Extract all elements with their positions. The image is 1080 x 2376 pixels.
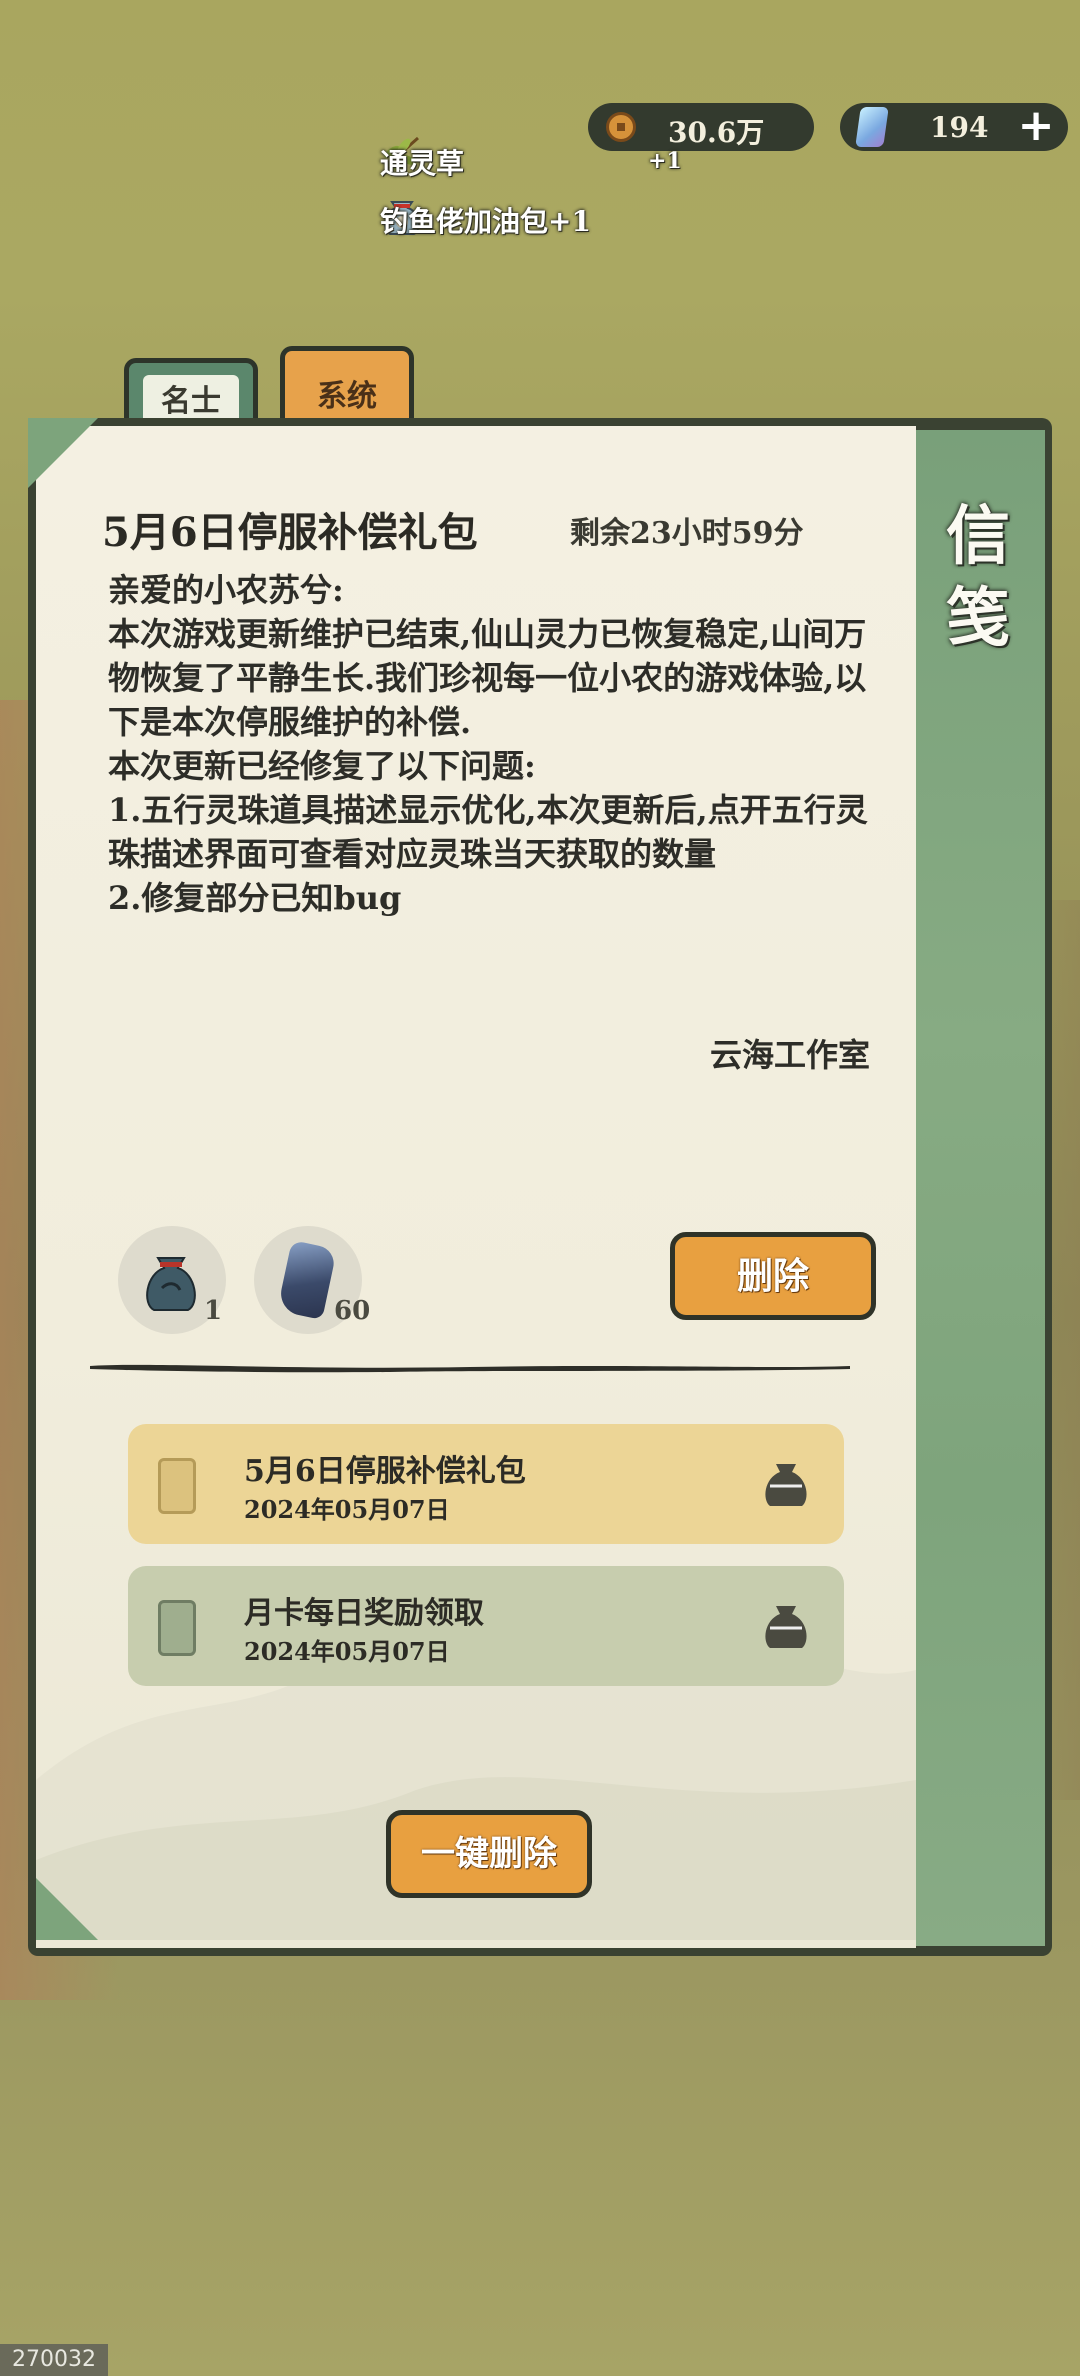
ink-divider	[90, 1364, 850, 1373]
gift-bag-icon	[765, 1464, 807, 1506]
mail-item-date: 2024年05月07日	[244, 1495, 450, 1524]
gem-amount: 194	[930, 111, 989, 144]
mail-list-item[interactable]: 月卡每日奖励领取 2024年05月07日	[128, 1566, 844, 1686]
reward-toast-herb: 通灵草	[380, 147, 465, 180]
panel-corner-fold-top	[28, 418, 98, 488]
gift-bag-icon	[765, 1606, 807, 1648]
attachment-fishing-bag-count: 1	[204, 1296, 223, 1326]
scroll-icon	[158, 1458, 196, 1514]
screen-id: 270032	[0, 2344, 108, 2376]
spirit-stone-icon	[277, 1240, 337, 1320]
coin-icon	[606, 112, 636, 142]
attachment-spirit-stone-count: 60	[334, 1296, 371, 1326]
gem-counter: 194 +	[840, 103, 1068, 151]
scroll-icon	[158, 1600, 196, 1656]
mail-item-title: 月卡每日奖励领取	[244, 1596, 484, 1631]
delete-button[interactable]: 删除	[670, 1232, 876, 1320]
delete-all-button[interactable]: 一键删除	[386, 1810, 592, 1898]
mail-title: 5月6日停服补偿礼包	[102, 509, 478, 556]
add-gems-button[interactable]: +	[1012, 103, 1060, 151]
gem-icon	[855, 107, 889, 147]
mail-signature: 云海工作室	[709, 1036, 870, 1074]
coin-amount: 30.6万	[668, 116, 765, 149]
reward-toast-herb-count: +1	[648, 148, 682, 174]
mail-remaining-time: 剩余23小时59分	[570, 516, 804, 551]
mail-item-date: 2024年05月07日	[244, 1637, 450, 1666]
mail-body: 亲爱的小农苏兮: 本次游戏更新维护已结束,仙山灵力已恢复稳定,山间万物恢复了平静…	[108, 571, 868, 917]
coin-counter: 30.6万	[588, 103, 814, 151]
panel-title: 信笺	[946, 499, 1010, 656]
mail-list-item[interactable]: 5月6日停服补偿礼包 2024年05月07日	[128, 1424, 844, 1544]
fishing-bag-icon	[146, 1257, 196, 1311]
panel-corner-fold-bottom	[36, 1878, 98, 1940]
mail-item-title: 5月6日停服补偿礼包	[244, 1454, 526, 1489]
reward-toast-bag: 钓鱼佬加油包+1	[380, 205, 591, 238]
